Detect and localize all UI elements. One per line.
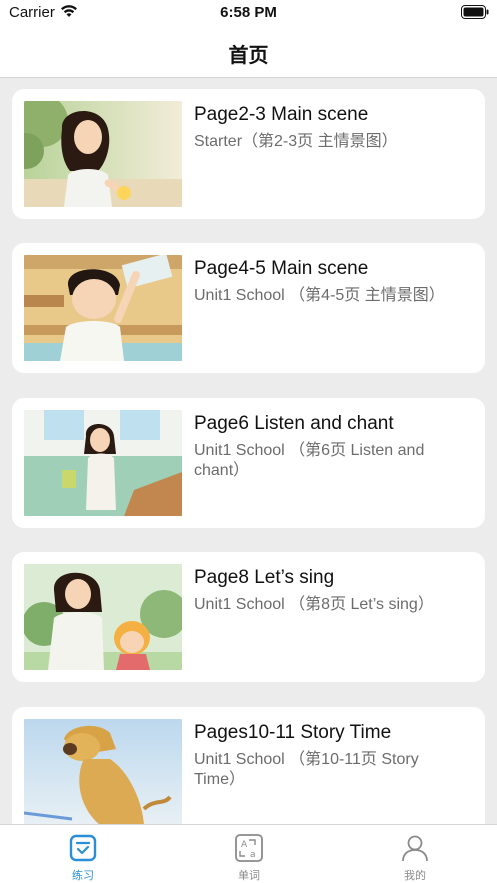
navigation-bar: 首页 [0,26,497,78]
lesson-title: Page6 Listen and chant [194,413,394,434]
lesson-title: Page4-5 Main scene [194,258,369,279]
lesson-thumbnail [24,255,182,361]
lesson-thumbnail [24,101,182,207]
word-icon: A a [235,834,263,862]
svg-text:a: a [250,850,256,860]
lesson-title: Page2-3 Main scene [194,104,369,125]
lesson-list[interactable]: Page2-3 Main scene Starter（第2-3页 主情景图） P… [0,78,497,824]
lesson-card-page8[interactable]: Page8 Let’s sing Unit1 School （第8页 Let’s… [12,552,485,682]
lesson-thumbnail [24,719,182,824]
svg-text:A: A [241,840,248,850]
lesson-card-page2-3[interactable]: Page2-3 Main scene Starter（第2-3页 主情景图） [12,89,485,219]
lesson-card-page4-5[interactable]: Page4-5 Main scene Unit1 School （第4-5页 主… [12,243,485,373]
tab-practice[interactable]: 练习 [0,825,166,883]
tab-words[interactable]: A a 单词 [166,825,332,883]
battery-icon [461,5,489,19]
lesson-subtitle: Unit1 School （第10-11页 Story Time） [194,751,419,788]
lesson-subtitle: Unit1 School （第4-5页 主情景图） [194,287,445,304]
lesson-subtitle: Unit1 School （第8页 Let’s sing） [194,596,434,613]
lesson-title: Pages10-11 Story Time [194,722,392,743]
lesson-subtitle: Starter（第2-3页 主情景图） [194,133,398,150]
status-bar: Carrier 6:58 PM [0,0,497,26]
lesson-title: Page8 Let’s sing [194,567,335,588]
tab-label: 练习 [72,870,94,882]
practice-icon [69,834,97,862]
page-title: 首页 [228,45,269,67]
tab-profile[interactable]: 我的 [332,825,497,883]
lesson-subtitle: Unit1 School （第6页 Listen and chant） [194,442,425,479]
lesson-card-page6[interactable]: Page6 Listen and chant Unit1 School （第6页… [12,398,485,528]
tab-bar: 练习 A a 单词 我的 [0,824,497,883]
lesson-thumbnail [24,410,182,516]
tab-label: 单词 [238,870,260,882]
lesson-thumbnail [24,564,182,670]
tab-label: 我的 [404,870,426,882]
status-time: 6:58 PM [220,4,277,21]
lesson-card-pages10-11[interactable]: Pages10-11 Story Time Unit1 School （第10-… [12,707,485,824]
profile-icon [402,835,428,862]
